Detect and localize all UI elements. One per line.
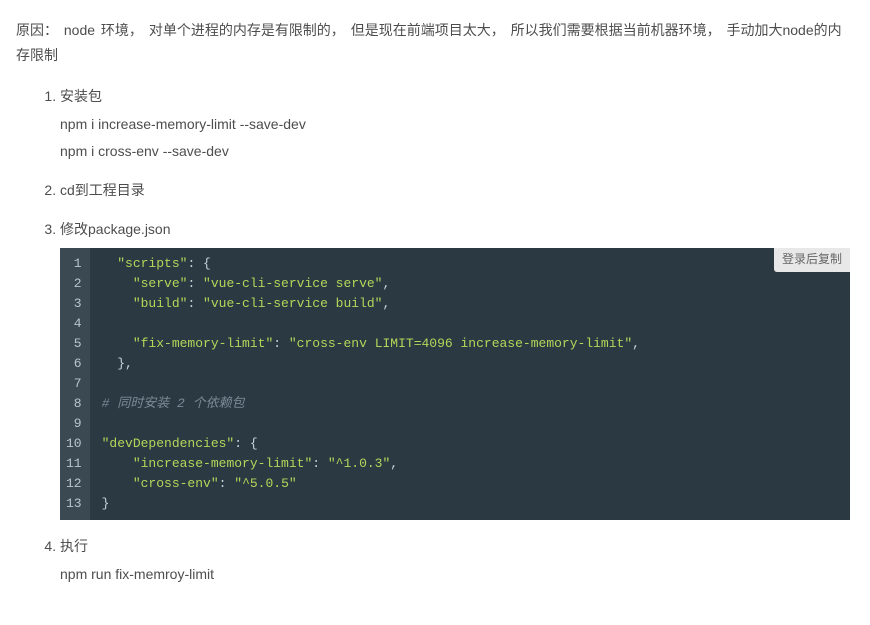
code-block-inner: 12345678910111213 "scripts": { "serve": …: [60, 248, 850, 520]
code-line: "serve": "vue-cli-service serve",: [102, 274, 840, 294]
line-number: 9: [66, 414, 82, 434]
code-token: "fix-memory-limit": [133, 336, 273, 351]
code-block: 登录后复制12345678910111213 "scripts": { "ser…: [60, 248, 850, 520]
code-token: "devDependencies": [102, 436, 235, 451]
step-item: 安装包 npm i increase-memory-limit --save-de…: [60, 84, 854, 164]
code-line: "devDependencies": {: [102, 434, 840, 454]
line-number: 4: [66, 314, 82, 334]
code-token: },: [117, 356, 133, 371]
code-token: # 同时安装 2 个依赖包: [102, 396, 245, 411]
line-number: 6: [66, 354, 82, 374]
line-number: 5: [66, 334, 82, 354]
line-number: 10: [66, 434, 82, 454]
code-line: }: [102, 494, 840, 514]
code-token: : {: [187, 256, 210, 271]
code-token: "cross-env LIMIT=4096 increase-memory-li…: [289, 336, 632, 351]
code-line: "increase-memory-limit": "^1.0.3",: [102, 454, 840, 474]
copy-button[interactable]: 登录后复制: [774, 248, 850, 272]
code-token: :: [312, 456, 328, 471]
code-line: "cross-env": "^5.0.5": [102, 474, 840, 494]
step-item: 修改package.json登录后复制12345678910111213 "sc…: [60, 217, 854, 520]
step-title: 安装包: [60, 84, 854, 109]
code-token: ,: [390, 456, 398, 471]
code-line: [102, 414, 840, 434]
line-number: 12: [66, 474, 82, 494]
intro-paragraph: 原因： node 环境， 对单个进程的内存是有限制的， 但是现在前端项目太大， …: [16, 18, 854, 68]
code-token: }: [102, 496, 110, 511]
steps-list: 安装包 npm i increase-memory-limit --save-de…: [16, 84, 854, 586]
code-token: :: [273, 336, 289, 351]
line-number: 13: [66, 494, 82, 514]
line-number: 11: [66, 454, 82, 474]
step-subline: npm i cross-env --save-dev: [60, 139, 854, 164]
code-token: "vue-cli-service serve": [203, 276, 382, 291]
code-token: "build": [133, 296, 188, 311]
code-token: "^1.0.3": [328, 456, 390, 471]
step-item: 执行 npm run fix-memroy-limit: [60, 534, 854, 586]
code-line: "build": "vue-cli-service build",: [102, 294, 840, 314]
code-token: "^5.0.5": [234, 476, 296, 491]
code-token: :: [187, 296, 203, 311]
code-line: "scripts": {: [102, 254, 840, 274]
code-line: # 同时安装 2 个依赖包: [102, 394, 840, 414]
code-line: [102, 314, 840, 334]
line-number-gutter: 12345678910111213: [60, 248, 90, 520]
code-token: : {: [234, 436, 257, 451]
code-token: "scripts": [117, 256, 187, 271]
code-token: "cross-env": [133, 476, 219, 491]
step-subline: npm run fix-memroy-limit: [60, 562, 854, 587]
code-line: },: [102, 354, 840, 374]
code-token: ,: [382, 296, 390, 311]
code-token: "increase-memory-limit": [133, 456, 312, 471]
code-token: ,: [382, 276, 390, 291]
line-number: 2: [66, 274, 82, 294]
step-subline: npm i increase-memory-limit --save-dev: [60, 112, 854, 137]
line-number: 8: [66, 394, 82, 414]
step-title: cd到工程目录: [60, 178, 854, 203]
code-line: [102, 374, 840, 394]
line-number: 3: [66, 294, 82, 314]
step-item: cd到工程目录: [60, 178, 854, 203]
code-token: ,: [632, 336, 640, 351]
code-lines: "scripts": { "serve": "vue-cli-service s…: [90, 248, 850, 520]
code-token: :: [219, 476, 235, 491]
code-line: "fix-memory-limit": "cross-env LIMIT=409…: [102, 334, 840, 354]
step-title: 修改package.json: [60, 217, 854, 242]
line-number: 7: [66, 374, 82, 394]
step-title: 执行: [60, 534, 854, 559]
code-token: :: [187, 276, 203, 291]
line-number: 1: [66, 254, 82, 274]
code-token: "serve": [133, 276, 188, 291]
code-token: "vue-cli-service build": [203, 296, 382, 311]
